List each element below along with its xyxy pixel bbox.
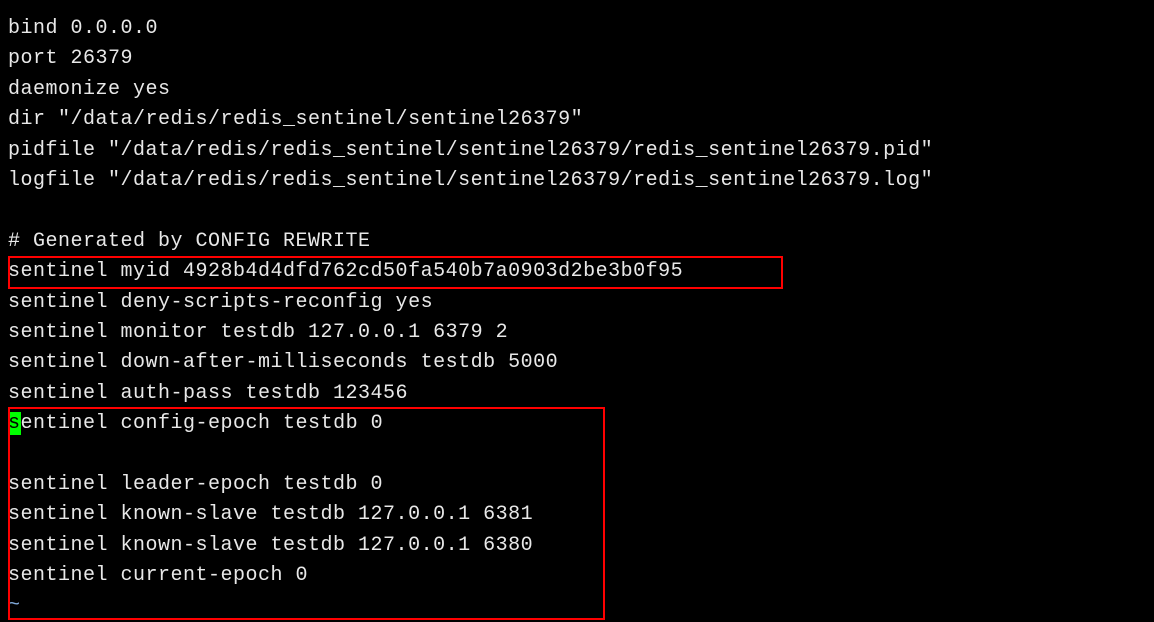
terminal-output[interactable]: bind 0.0.0.0 port 26379 daemonize yes di… <box>8 14 1146 622</box>
config-line-comment: # Generated by CONFIG REWRITE <box>8 227 1146 257</box>
config-line-sentinel-deny: sentinel deny-scripts-reconfig yes <box>8 288 1146 318</box>
config-line-sentinel-down: sentinel down-after-milliseconds testdb … <box>8 348 1146 378</box>
config-line-logfile: logfile "/data/redis/redis_sentinel/sent… <box>8 166 1146 196</box>
config-line-dir: dir "/data/redis/redis_sentinel/sentinel… <box>8 105 1146 135</box>
config-line-sentinel-myid: sentinel myid 4928b4d4dfd762cd50fa540b7a… <box>8 257 1146 287</box>
config-line-port: port 26379 <box>8 44 1146 74</box>
line-rest: entinel config-epoch testdb 0 <box>21 412 384 435</box>
terminal-cursor: s <box>8 412 21 435</box>
config-line-sentinel-slave1: sentinel known-slave testdb 127.0.0.1 63… <box>8 500 1146 530</box>
config-line-sentinel-current: sentinel current-epoch 0 <box>8 561 1146 591</box>
empty-line <box>8 439 1146 469</box>
config-line-sentinel-leader: sentinel leader-epoch testdb 0 <box>8 470 1146 500</box>
config-line-bind: bind 0.0.0.0 <box>8 14 1146 44</box>
empty-line <box>8 196 1146 226</box>
config-line-sentinel-auth: sentinel auth-pass testdb 123456 <box>8 379 1146 409</box>
config-line-sentinel-config-epoch: sentinel config-epoch testdb 0 <box>8 409 1146 439</box>
vim-tilde-line: ~ <box>8 591 1146 621</box>
config-line-pidfile: pidfile "/data/redis/redis_sentinel/sent… <box>8 136 1146 166</box>
config-line-daemonize: daemonize yes <box>8 75 1146 105</box>
config-line-sentinel-monitor: sentinel monitor testdb 127.0.0.1 6379 2 <box>8 318 1146 348</box>
config-line-sentinel-slave2: sentinel known-slave testdb 127.0.0.1 63… <box>8 531 1146 561</box>
